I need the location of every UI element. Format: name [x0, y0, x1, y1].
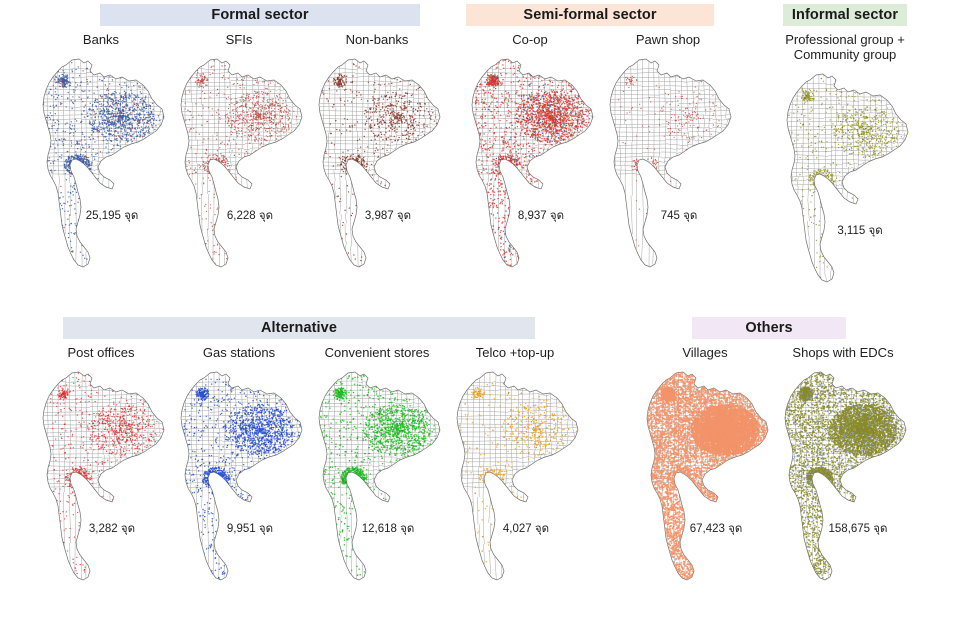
- section-band-label: Formal sector: [211, 7, 308, 23]
- section-band-label: Semi-formal sector: [523, 7, 656, 23]
- section-band-label: Others: [745, 320, 792, 336]
- map-title-convenientstores: Convenient stores: [302, 345, 452, 360]
- map-cell-telco[interactable]: Telco +top-up 4,027 จุด: [440, 345, 590, 590]
- map-title-villages: Villages: [630, 345, 780, 360]
- thailand-map-telco[interactable]: 4,027 จุด: [440, 360, 590, 590]
- thailand-map-sfis[interactable]: 6,228 จุด: [164, 47, 314, 277]
- map-cell-villages[interactable]: Villages 67,423 จุด: [630, 345, 780, 590]
- thailand-map-shopsedc[interactable]: 158,675 จุด: [768, 360, 918, 590]
- map-svg-banks: [42, 58, 165, 268]
- section-band-semiformal: Semi-formal sector: [466, 4, 714, 26]
- map-svg-sfis: [180, 58, 303, 268]
- thailand-map-nonbanks[interactable]: 3,987 จุด: [302, 47, 452, 277]
- map-cell-sfis[interactable]: SFIs 6,228 จุด: [164, 32, 314, 277]
- map-cell-professional[interactable]: Professional group + Community group 3,11…: [770, 32, 920, 292]
- map-cell-postoffices[interactable]: Post offices 3,282 จุด: [26, 345, 176, 590]
- thailand-map-professional[interactable]: 3,115 จุด: [770, 62, 920, 292]
- map-svg-pawnshop: [609, 58, 732, 268]
- map-svg-telco: [456, 371, 579, 581]
- map-svg-coop: [471, 58, 594, 268]
- map-cell-convenientstores[interactable]: Convenient stores 12,618 จุด: [302, 345, 452, 590]
- map-cell-pawnshop[interactable]: Pawn shop 745 จุด: [593, 32, 743, 277]
- map-title-nonbanks: Non-banks: [302, 32, 452, 47]
- thailand-map-banks[interactable]: 25,195 จุด: [26, 47, 176, 277]
- map-svg-professional: [786, 73, 909, 283]
- map-cell-banks[interactable]: Banks 25,195 จุด: [26, 32, 176, 277]
- map-title-sfis: SFIs: [164, 32, 314, 47]
- map-title-telco: Telco +top-up: [440, 345, 590, 360]
- section-band-others: Others: [692, 317, 846, 339]
- map-title-coop: Co-op: [455, 32, 605, 47]
- map-svg-gasstations: [180, 371, 303, 581]
- map-svg-convenientstores: [318, 371, 441, 581]
- map-cell-coop[interactable]: Co-op 8,937 จุด: [455, 32, 605, 277]
- section-band-label: Alternative: [261, 320, 337, 336]
- thailand-map-villages[interactable]: 67,423 จุด: [630, 360, 780, 590]
- map-title-gasstations: Gas stations: [164, 345, 314, 360]
- section-band-informal: Informal sector: [783, 4, 907, 26]
- map-title-banks: Banks: [26, 32, 176, 47]
- map-svg-postoffices: [42, 371, 165, 581]
- thailand-map-coop[interactable]: 8,937 จุด: [455, 47, 605, 277]
- section-band-formal: Formal sector: [100, 4, 420, 26]
- map-cell-gasstations[interactable]: Gas stations 9,951 จุด: [164, 345, 314, 590]
- map-svg-nonbanks: [318, 58, 441, 268]
- section-band-label: Informal sector: [792, 7, 898, 23]
- map-title-shopsedc: Shops with EDCs: [768, 345, 918, 360]
- infographic-page: Formal sector Semi-formal sector Informal …: [0, 0, 960, 621]
- map-title-pawnshop: Pawn shop: [593, 32, 743, 47]
- thailand-map-convenientstores[interactable]: 12,618 จุด: [302, 360, 452, 590]
- map-cell-shopsedc[interactable]: Shops with EDCs 158,675 จุด: [768, 345, 918, 590]
- thailand-map-pawnshop[interactable]: 745 จุด: [593, 47, 743, 277]
- map-title-professional: Professional group + Community group: [770, 32, 920, 62]
- section-band-alternative: Alternative: [63, 317, 535, 339]
- map-svg-villages: [646, 371, 769, 581]
- map-cell-nonbanks[interactable]: Non-banks 3,987 จุด: [302, 32, 452, 277]
- map-title-postoffices: Post offices: [26, 345, 176, 360]
- thailand-map-postoffices[interactable]: 3,282 จุด: [26, 360, 176, 590]
- map-svg-shopsedc: [784, 371, 907, 581]
- thailand-map-gasstations[interactable]: 9,951 จุด: [164, 360, 314, 590]
